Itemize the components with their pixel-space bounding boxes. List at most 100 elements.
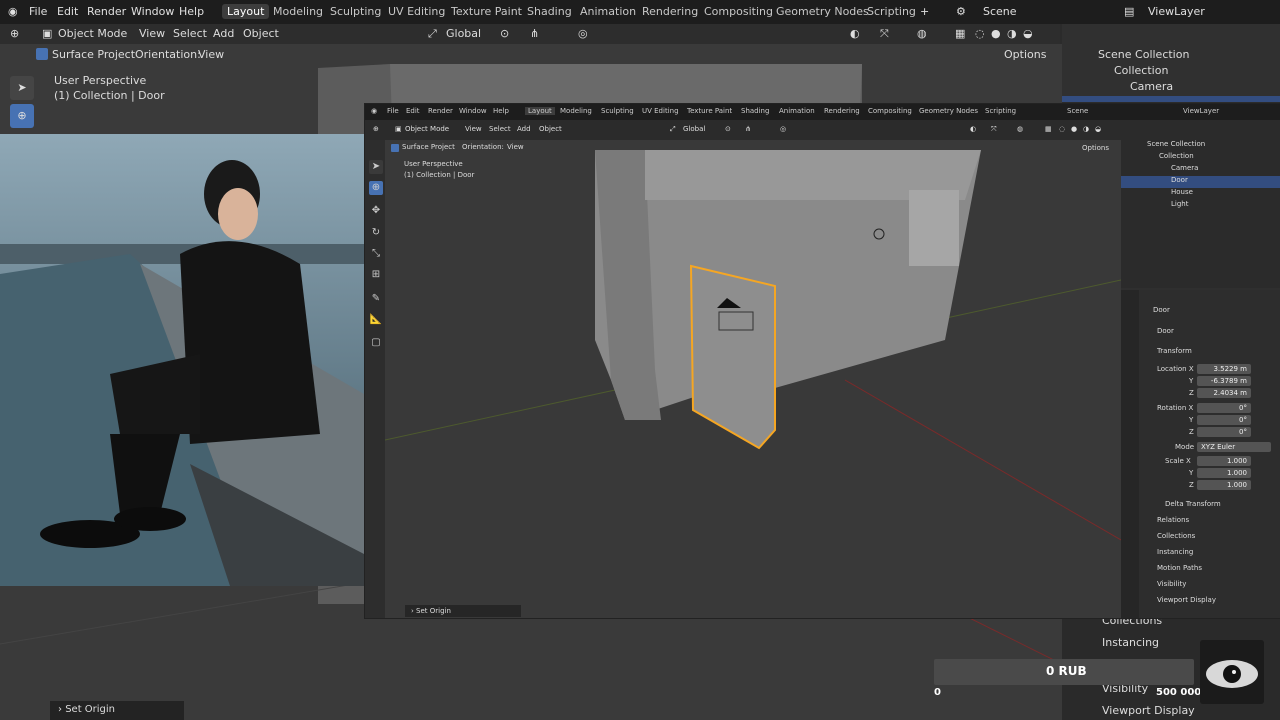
prop-rotation-x[interactable]: 0°	[1197, 403, 1251, 413]
view-layer-name[interactable]: ViewLayer	[1148, 5, 1205, 18]
inner-menu-help[interactable]: Help	[493, 107, 509, 115]
outliner-collection[interactable]: Collection	[1114, 64, 1168, 77]
inner-transform-orientation-dropdown[interactable]: Global	[683, 125, 705, 133]
inner-cursor-tool-icon[interactable]: ⊕	[369, 181, 383, 195]
xray-icon[interactable]: ▦	[955, 27, 965, 40]
overlays-icon[interactable]: ◍	[917, 27, 927, 40]
last-operator-panel[interactable]: › Set Origin	[50, 701, 184, 720]
inner-scale-tool-icon[interactable]: ⤡	[369, 247, 383, 261]
prop-scale-x[interactable]: 1.000	[1197, 456, 1251, 466]
cursor-tool-icon[interactable]: ⊕	[10, 104, 34, 128]
inner-scene-name[interactable]: Scene	[1067, 107, 1088, 115]
inner-menu-select[interactable]: Select	[489, 125, 511, 133]
panel-visibility[interactable]: Visibility	[1157, 580, 1186, 588]
panel-viewport-display[interactable]: Viewport Display	[1157, 596, 1216, 604]
inner-shading-rendered-icon[interactable]: ◒	[1095, 125, 1101, 133]
menu-add[interactable]: Add	[213, 27, 234, 40]
inner-rotate-tool-icon[interactable]: ↻	[369, 226, 383, 240]
blender-logo-icon[interactable]: ◉	[8, 5, 18, 18]
orientation-value[interactable]: View	[198, 48, 224, 61]
panel-delta-transform[interactable]: Delta Transform	[1165, 500, 1221, 508]
menu-select[interactable]: Select	[173, 27, 207, 40]
inner-menu-object[interactable]: Object	[539, 125, 562, 133]
tab-sculpting[interactable]: Sculpting	[325, 4, 386, 19]
inner-menu-edit[interactable]: Edit	[406, 107, 420, 115]
inner-menu-add[interactable]: Add	[517, 125, 531, 133]
inner-select-tool-icon[interactable]: ➤	[369, 160, 383, 174]
inner-outliner-light-row[interactable]: Light	[1121, 200, 1280, 212]
inner-tab-modeling[interactable]: Modeling	[560, 107, 592, 115]
prop-section-transform[interactable]: Transform	[1157, 347, 1192, 355]
visibility-icon[interactable]: ◐	[850, 27, 860, 40]
pivot-icon[interactable]: ⊙	[500, 27, 509, 40]
inner-shading-solid-icon[interactable]: ●	[1071, 125, 1077, 133]
inner-menu-window[interactable]: Window	[459, 107, 487, 115]
prop-rotation-y[interactable]: 0°	[1197, 415, 1251, 425]
inner-add-cube-tool-icon[interactable]: ▢	[369, 336, 383, 350]
menu-object[interactable]: Object	[243, 27, 279, 40]
surface-project-checkbox[interactable]	[36, 48, 48, 60]
prop-data-name[interactable]: Door	[1157, 327, 1174, 335]
inner-tab-texture-paint[interactable]: Texture Paint	[687, 107, 732, 115]
tab-animation[interactable]: Animation	[575, 4, 641, 19]
inner-snap-icon[interactable]: ⋔	[745, 125, 751, 133]
tab-shading[interactable]: Shading	[522, 4, 577, 19]
inner-menu-render[interactable]: Render	[428, 107, 453, 115]
outliner-selected-row[interactable]	[1062, 96, 1280, 102]
tab-compositing[interactable]: Compositing	[699, 4, 778, 19]
gizmo-icon[interactable]: ⤧	[880, 27, 889, 41]
prop-rotation-z[interactable]: 0°	[1197, 427, 1251, 437]
inner-tab-sculpting[interactable]: Sculpting	[601, 107, 634, 115]
inner-outliner-scene-collection-row[interactable]: Scene Collection	[1121, 140, 1280, 152]
tab-texture-paint[interactable]: Texture Paint	[446, 4, 527, 19]
scene-icon[interactable]: ⚙	[956, 5, 966, 18]
inner-blender-logo-icon[interactable]: ◉	[371, 107, 377, 115]
inner-measure-tool-icon[interactable]: 📐	[369, 313, 383, 327]
inner-gizmo-icon[interactable]: ⤧	[991, 125, 997, 134]
properties-tab-strip[interactable]	[1121, 290, 1139, 618]
inner-outliner-camera-row[interactable]: Camera	[1121, 164, 1280, 176]
inner-annotate-tool-icon[interactable]: ✎	[369, 292, 383, 306]
inner-blender-window[interactable]: ◉ File Edit Render Window Help Layout Mo…	[364, 103, 1280, 619]
prop-rotation-mode-dropdown[interactable]: XYZ Euler	[1197, 442, 1271, 452]
options-dropdown[interactable]: Options	[1004, 48, 1046, 61]
inner-viewport[interactable]: Surface Project Orientation: View Option…	[385, 140, 1121, 618]
inner-overlays-icon[interactable]: ◍	[1017, 125, 1023, 133]
menu-view[interactable]: View	[139, 27, 165, 40]
inner-tab-layout[interactable]: Layout	[525, 107, 555, 115]
inner-surface-project-checkbox[interactable]	[391, 144, 399, 152]
outliner-scene-collection[interactable]: Scene Collection	[1098, 48, 1189, 61]
tab-scripting[interactable]: Scripting	[862, 4, 921, 19]
prop-location-z[interactable]: 2.4034 m	[1197, 388, 1251, 398]
panel-instancing[interactable]: Instancing	[1157, 548, 1193, 556]
inner-tab-animation[interactable]: Animation	[779, 107, 815, 115]
object-mode-dropdown[interactable]: Object Mode	[58, 27, 127, 40]
prop-scale-y[interactable]: 1.000	[1197, 468, 1251, 478]
prop-location-x[interactable]: 3.5229 m	[1197, 364, 1251, 374]
inner-orientation-value[interactable]: View	[507, 143, 524, 151]
scene-name[interactable]: Scene	[983, 5, 1017, 18]
proportional-edit-icon[interactable]: ◎	[578, 27, 588, 40]
menu-render[interactable]: Render	[87, 5, 126, 18]
inner-menu-view[interactable]: View	[465, 125, 482, 133]
inner-transform-tool-icon[interactable]: ⊞	[369, 268, 383, 282]
tab-uv-editing[interactable]: UV Editing	[383, 4, 450, 19]
add-workspace-icon[interactable]: +	[920, 5, 929, 18]
panel-instancing-main[interactable]: Instancing	[1102, 636, 1159, 649]
inner-outliner-house-row[interactable]: House	[1121, 188, 1280, 200]
menu-file[interactable]: File	[29, 5, 47, 18]
transform-orientation-dropdown[interactable]: Global	[446, 27, 481, 40]
panel-relations[interactable]: Relations	[1157, 516, 1189, 524]
menu-window[interactable]: Window	[131, 5, 174, 18]
outliner-camera[interactable]: Camera	[1130, 80, 1173, 93]
inner-tab-compositing[interactable]: Compositing	[868, 107, 912, 115]
inner-tab-rendering[interactable]: Rendering	[824, 107, 860, 115]
inner-outliner-door-row[interactable]: Door	[1121, 176, 1280, 188]
menu-help[interactable]: Help	[179, 5, 204, 18]
inner-xray-icon[interactable]: ▦	[1045, 125, 1052, 133]
inner-tab-uv-editing[interactable]: UV Editing	[642, 107, 679, 115]
select-tool-icon[interactable]: ➤	[10, 76, 34, 100]
shading-wireframe-icon[interactable]: ◌	[975, 27, 985, 40]
inner-options-dropdown[interactable]: Options	[1082, 144, 1109, 152]
inner-editor-type-icon[interactable]: ⊕	[373, 125, 379, 133]
